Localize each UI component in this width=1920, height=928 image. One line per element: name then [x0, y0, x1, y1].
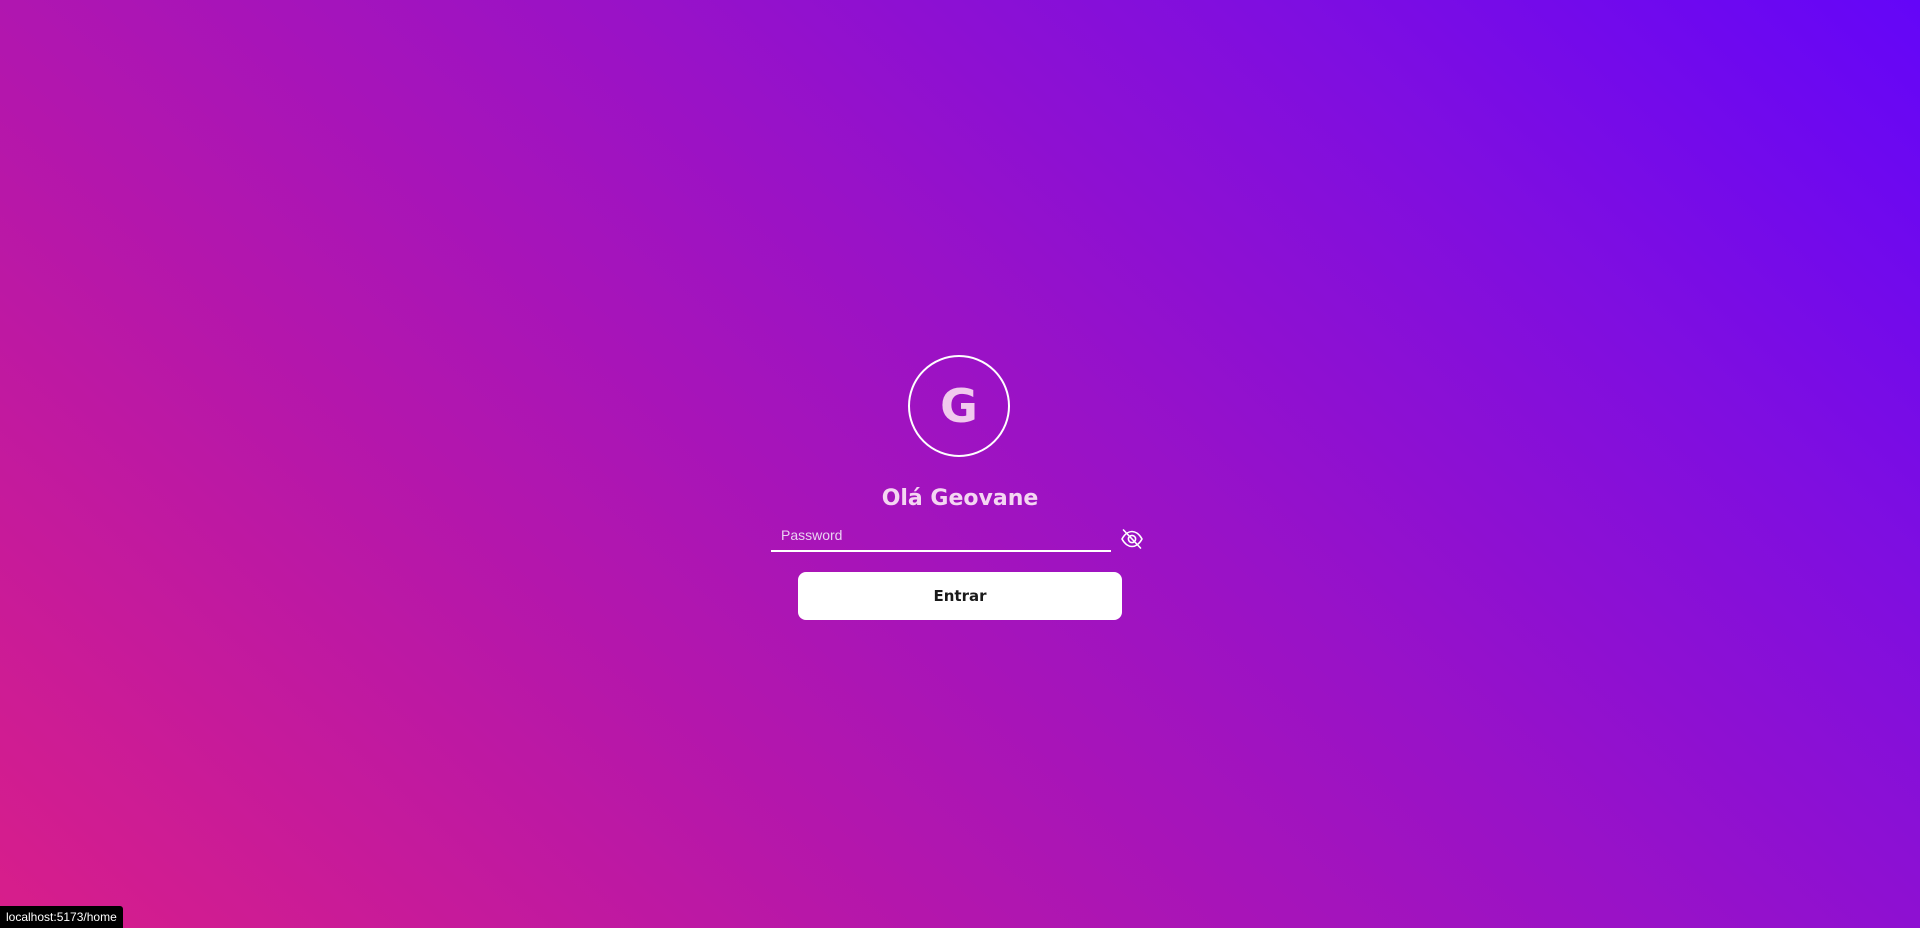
- login-button[interactable]: Entrar: [798, 572, 1122, 620]
- login-screen: G Olá Geovane Entrar: [0, 0, 1920, 928]
- avatar: G: [908, 355, 1010, 457]
- password-input[interactable]: [771, 520, 1111, 550]
- greeting-title: Olá Geovane: [881, 486, 1039, 511]
- avatar-letter: G: [940, 379, 978, 433]
- eye-off-icon[interactable]: [1118, 526, 1146, 552]
- password-field: [771, 520, 1111, 552]
- status-bar-url: localhost:5173/home: [0, 906, 123, 928]
